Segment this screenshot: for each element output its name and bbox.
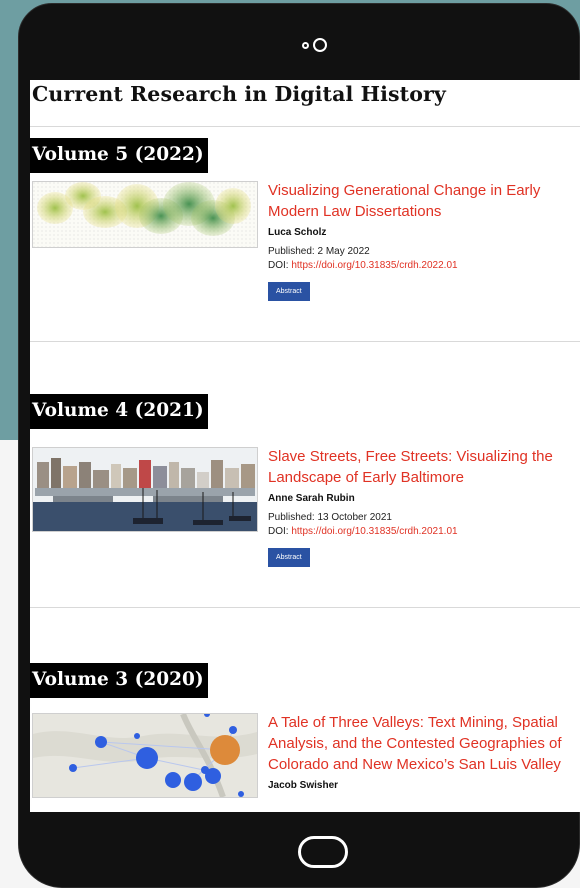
page-title: Current Research in Digital History [32,82,446,106]
article-entry: Slave Streets, Free Streets: Visualizing… [268,446,578,567]
camera-icon [302,37,327,53]
doi-label: DOI: [268,526,289,537]
sensor-icon [302,42,309,49]
divider [30,341,580,342]
volume-heading: Volume 3 (2020) [30,663,208,698]
article-entry: A Tale of Three Valleys: Text Mining, Sp… [268,712,578,791]
article-published-date: Published: 2 May 2022 [268,246,370,257]
volume-heading: Volume 5 (2022) [30,138,208,173]
article-doi: DOI: https://doi.org/10.31835/crdh.2022.… [268,260,578,271]
article-thumbnail[interactable] [32,713,258,798]
divider [30,126,580,127]
article-author: Jacob Swisher [268,780,339,791]
doi-link[interactable]: https://doi.org/10.31835/crdh.2021.01 [291,526,457,537]
article-author: Luca Scholz [268,227,327,238]
article-title-link[interactable]: A Tale of Three Valleys: Text Mining, Sp… [268,712,578,775]
abstract-button[interactable]: Abstract [268,548,310,567]
article-title-link[interactable]: Visualizing Generational Change in Early… [268,180,578,222]
volume-heading: Volume 4 (2021) [30,394,208,429]
home-button-icon[interactable] [298,836,348,868]
article-entry: Visualizing Generational Change in Early… [268,180,578,301]
tablet-screen: Current Research in Digital History Volu… [30,80,580,812]
doi-link[interactable]: https://doi.org/10.31835/crdh.2022.01 [291,260,457,271]
article-published-date: Published: 13 October 2021 [268,512,392,523]
article-thumbnail[interactable] [32,447,258,532]
article-author: Anne Sarah Rubin [268,493,355,504]
lens-icon [313,38,327,52]
article-thumbnail[interactable] [32,181,258,248]
divider [30,607,580,608]
doi-label: DOI: [268,260,289,271]
article-title-link[interactable]: Slave Streets, Free Streets: Visualizing… [268,446,578,488]
abstract-button[interactable]: Abstract [268,282,310,301]
article-doi: DOI: https://doi.org/10.31835/crdh.2021.… [268,526,578,537]
